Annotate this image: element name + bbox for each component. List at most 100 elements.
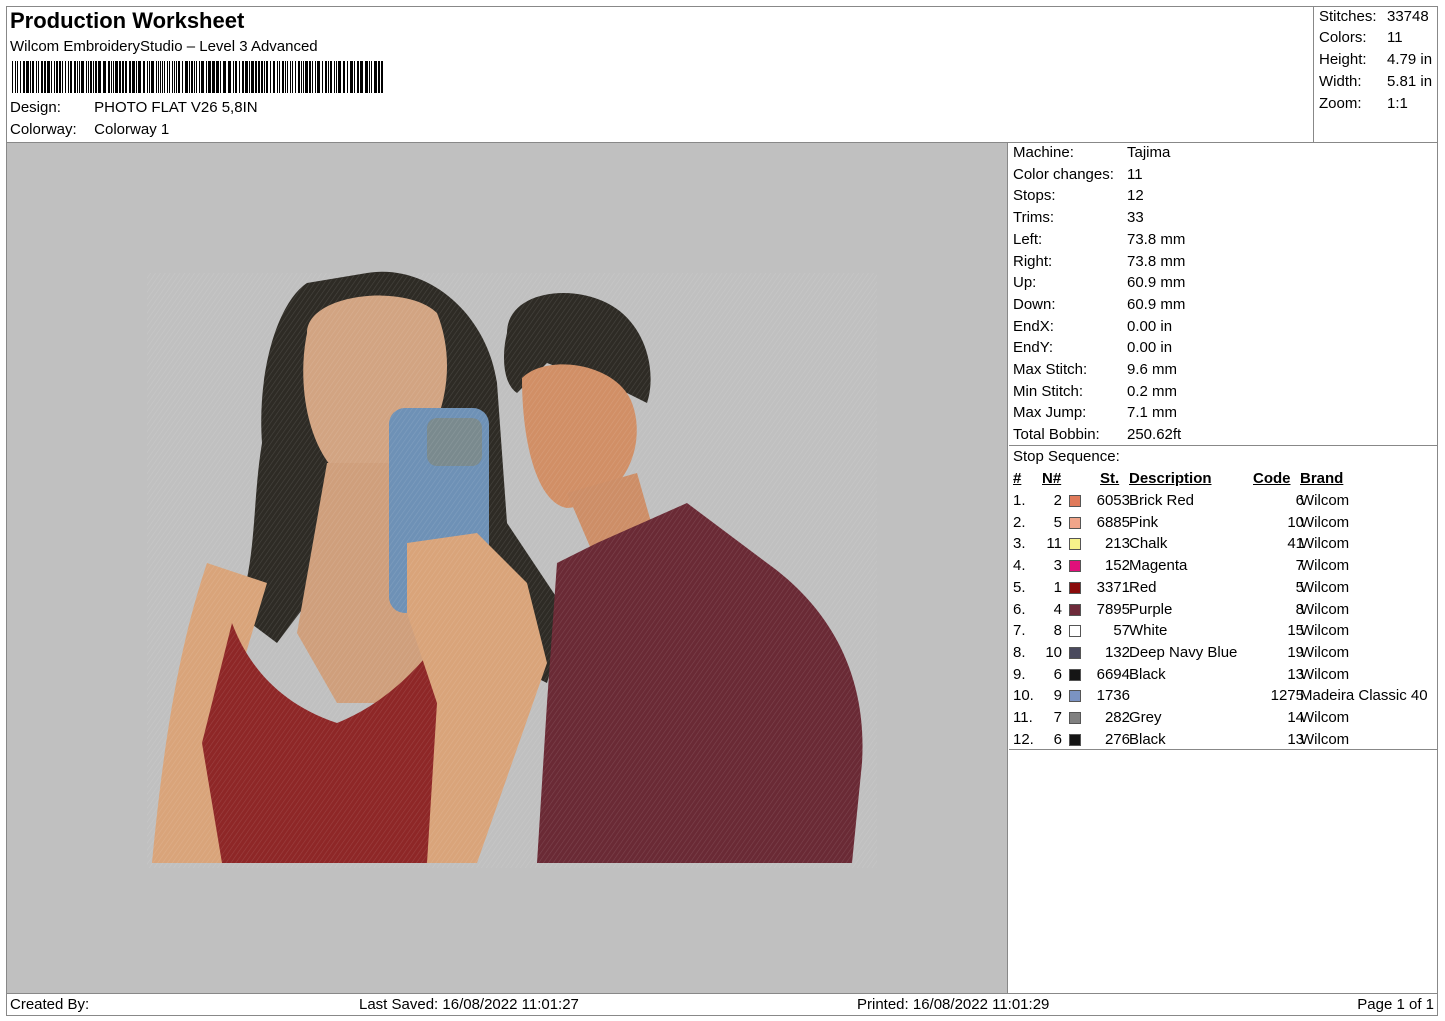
needle-number: 11 bbox=[1046, 535, 1062, 553]
barcode-bar bbox=[176, 61, 177, 93]
width-row: Width: 5.81 in bbox=[1319, 73, 1432, 90]
design-value: PHOTO FLAT V26 5,8IN bbox=[94, 99, 258, 116]
barcode-bar bbox=[338, 61, 341, 93]
barcode-bar bbox=[301, 61, 302, 93]
row-index: 2. bbox=[1013, 513, 1026, 531]
machine-info-row: EndY: 0.00 in bbox=[1013, 339, 1172, 356]
barcode-bar bbox=[111, 61, 112, 93]
barcode-bar bbox=[228, 61, 231, 93]
barcode-bar bbox=[374, 61, 377, 93]
table-row: 3. 11 213 Chalk 41 Wilcom bbox=[1009, 535, 1438, 556]
table-row: 1. 2 6053 Brick Red 6 Wilcom bbox=[1009, 492, 1438, 513]
machine-info-value: 12 bbox=[1127, 187, 1144, 205]
stitch-count: 3371 bbox=[1096, 578, 1130, 596]
row-index: 10. bbox=[1013, 687, 1034, 705]
machine-info-label: EndX: bbox=[1013, 317, 1054, 335]
row-index: 9. bbox=[1013, 665, 1026, 683]
row-index: 3. bbox=[1013, 535, 1026, 553]
thread-brand: Wilcom bbox=[1300, 513, 1350, 531]
barcode-bar bbox=[79, 61, 80, 93]
thread-code: 41 bbox=[1287, 535, 1304, 553]
barcode-bar bbox=[12, 61, 13, 93]
barcode-bar bbox=[277, 61, 278, 93]
machine-info-label: Trims: bbox=[1013, 209, 1055, 227]
barcode-bar bbox=[330, 61, 332, 93]
row-index: 4. bbox=[1013, 557, 1026, 575]
barcode-bar bbox=[113, 61, 114, 93]
embroidery-artwork bbox=[147, 271, 877, 868]
zoom-row: Zoom: 1:1 bbox=[1319, 95, 1408, 112]
barcode-bar bbox=[365, 61, 368, 93]
machine-info-value: 60.9 mm bbox=[1127, 295, 1186, 313]
barcode-bar bbox=[151, 61, 154, 93]
machine-info-row: Machine: Tajima bbox=[1013, 144, 1170, 161]
barcode-bar bbox=[261, 61, 263, 93]
barcode-bar bbox=[136, 61, 137, 93]
barcode-bar bbox=[292, 61, 293, 93]
stitch-count: 7895 bbox=[1096, 600, 1130, 618]
worksheet-footer: Created By: Last Saved: 16/08/2022 11:01… bbox=[6, 993, 1438, 1016]
thread-description: Black bbox=[1129, 730, 1166, 748]
barcode-bar bbox=[191, 61, 193, 93]
thread-description: Chalk bbox=[1129, 535, 1168, 553]
design-label: Design: bbox=[10, 99, 61, 116]
thread-brand: Wilcom bbox=[1300, 665, 1350, 683]
thread-code: 6 bbox=[1295, 492, 1304, 509]
barcode-bar bbox=[290, 61, 291, 93]
colorway-value: Colorway 1 bbox=[94, 121, 170, 138]
barcode-bar bbox=[30, 61, 31, 93]
table-row: 4. 3 152 Magenta 7 Wilcom bbox=[1009, 557, 1438, 578]
table-row: 2. 5 6885 Pink 10 Wilcom bbox=[1009, 514, 1438, 535]
machine-info-value: 250.62ft bbox=[1127, 426, 1182, 444]
barcode-bar bbox=[317, 61, 320, 93]
barcode-bar bbox=[143, 61, 145, 93]
machine-info-row: Right: 73.8 mm bbox=[1013, 253, 1185, 270]
row-index: 11. bbox=[1013, 709, 1033, 726]
machine-info-value: 0.00 in bbox=[1127, 317, 1173, 335]
barcode-bar bbox=[103, 61, 106, 93]
machine-info-value: 0.00 in bbox=[1127, 339, 1173, 357]
machine-info-label: Color changes: bbox=[1013, 165, 1114, 183]
barcode-bar bbox=[129, 61, 131, 93]
barcode-bar bbox=[68, 61, 69, 93]
machine-info-label: Machine: bbox=[1013, 144, 1074, 161]
zoom-value: 1:1 bbox=[1387, 95, 1408, 112]
thread-code: 14 bbox=[1287, 709, 1304, 726]
barcode-bar bbox=[59, 61, 61, 93]
thread-code: 7 bbox=[1295, 557, 1304, 575]
table-row: 12. 6 276 Black 13 Wilcom bbox=[1009, 731, 1438, 752]
barcode-bar bbox=[125, 61, 127, 93]
machine-info-label: Right: bbox=[1013, 252, 1053, 270]
needle-number: 4 bbox=[1053, 600, 1062, 618]
needle-number: 10 bbox=[1045, 643, 1062, 661]
colors-label: Colors: bbox=[1319, 29, 1367, 46]
machine-info-row: Max Stitch: 9.6 mm bbox=[1013, 361, 1177, 378]
needle-number: 5 bbox=[1053, 513, 1062, 531]
barcode-bar bbox=[77, 61, 78, 93]
height-row: Height: 4.79 in bbox=[1319, 51, 1432, 68]
machine-info-label: Total Bobbin: bbox=[1013, 426, 1100, 444]
barcode-bar bbox=[20, 61, 21, 93]
thread-description: Black bbox=[1129, 665, 1166, 683]
last-saved: Last Saved: 16/08/2022 11:01:27 bbox=[359, 996, 579, 1013]
table-row: 9. 6 6694 Black 13 Wilcom bbox=[1009, 666, 1438, 687]
col-brand: Brand bbox=[1300, 470, 1344, 487]
barcode-bar bbox=[357, 61, 359, 93]
needle-number: 9 bbox=[1053, 687, 1062, 705]
barcode-bar bbox=[156, 61, 157, 93]
barcode-bar bbox=[336, 61, 337, 93]
barcode-bar bbox=[212, 61, 215, 93]
col-description: Description bbox=[1129, 470, 1212, 487]
machine-info-row: Min Stitch: 0.2 mm bbox=[1013, 383, 1177, 400]
barcode-bar bbox=[160, 61, 161, 93]
machine-info-value: 33 bbox=[1127, 209, 1144, 227]
row-index: 1. bbox=[1013, 492, 1026, 509]
design-preview bbox=[7, 143, 1008, 993]
barcode-bar bbox=[328, 61, 329, 93]
thread-brand: Madeira Classic 40 bbox=[1300, 687, 1428, 705]
color-swatch bbox=[1069, 712, 1081, 724]
machine-info-value: Tajima bbox=[1127, 144, 1171, 161]
machine-info-row: Down: 60.9 mm bbox=[1013, 296, 1185, 313]
barcode-bar bbox=[295, 61, 296, 93]
color-swatch bbox=[1069, 646, 1081, 659]
